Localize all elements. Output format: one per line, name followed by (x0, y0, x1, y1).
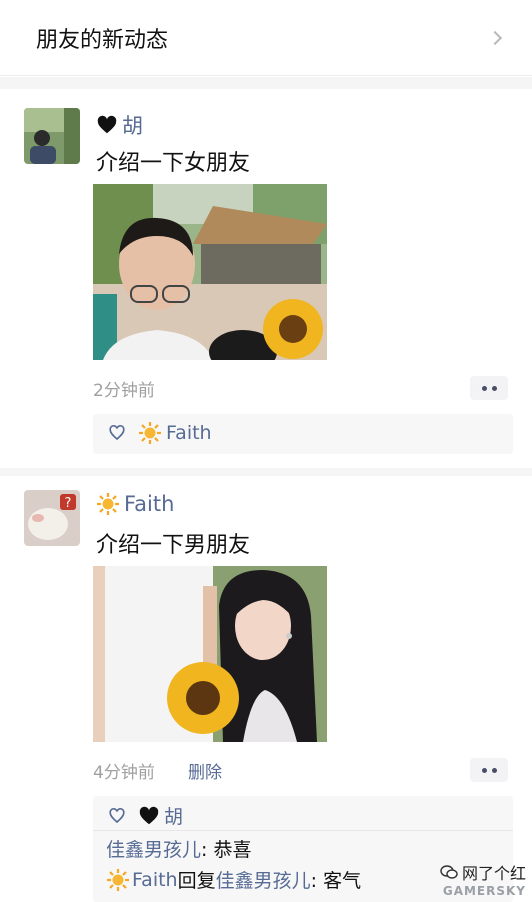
reply-to-name[interactable]: 佳鑫男孩儿 (216, 866, 311, 893)
sun-icon (107, 868, 129, 891)
post-author[interactable]: Faith (96, 492, 174, 516)
delete-button[interactable]: 删除 (188, 758, 222, 783)
black-heart-icon (139, 806, 159, 824)
more-button[interactable] (470, 376, 508, 400)
new-activities-bar[interactable]: 朋友的新动态 (0, 0, 532, 76)
more-dots-icon (481, 767, 487, 773)
like-name[interactable]: 胡 (164, 802, 183, 829)
watermark: 网了个红 GAMERSKY (440, 860, 526, 898)
post-author[interactable]: 胡 (96, 110, 143, 140)
likes-row: Faith (108, 421, 212, 445)
post-text: 介绍一下男朋友 (96, 533, 251, 558)
svg-text:?: ? (65, 496, 72, 511)
author-name: 胡 (122, 114, 143, 138)
sun-icon (97, 493, 119, 515)
post-time: 4分钟前 (93, 763, 155, 783)
more-dot (491, 767, 497, 773)
more-dot (491, 385, 497, 391)
watermark-brand: GAMERSKY (442, 884, 526, 898)
chevron-right-icon (487, 30, 503, 45)
heart-outline-icon (109, 425, 125, 441)
comment-1[interactable]: 佳鑫男孩儿: 恭喜 (106, 835, 251, 862)
more-dots-icon (481, 385, 487, 391)
avatar-faith[interactable]: ? (24, 490, 80, 546)
sun-icon (139, 422, 161, 444)
watermark-text: 网了个红 (461, 864, 526, 883)
comment-author[interactable]: 佳鑫男孩儿 (106, 839, 201, 861)
more-button[interactable] (470, 758, 508, 782)
author-name: Faith (124, 492, 175, 516)
like-name[interactable]: Faith (166, 422, 212, 444)
comment-text: : 客气 (310, 870, 362, 892)
section-gap (0, 77, 532, 89)
black-heart-icon (97, 115, 117, 134)
heart-outline-icon (109, 807, 125, 823)
post-text: 介绍一下女朋友 (96, 151, 251, 176)
post-photo[interactable] (93, 184, 327, 360)
section-gap-2 (0, 468, 532, 476)
post-time: 2分钟前 (93, 381, 155, 401)
likes-divider (93, 830, 513, 831)
comment-text: : 恭喜 (201, 839, 252, 861)
comment-author[interactable]: Faith (132, 869, 178, 891)
watermark-top: 网了个红 (440, 860, 526, 884)
avatar-hu[interactable] (24, 108, 80, 164)
comment-2[interactable]: Faith 回复 佳鑫男孩儿: 客气 (106, 866, 361, 893)
post-photo[interactable] (93, 566, 327, 742)
header-title: 朋友的新动态 (36, 27, 169, 53)
likes-row: 胡 (108, 802, 183, 829)
reply-word: 回复 (177, 870, 216, 892)
wechat-logo-icon (440, 865, 458, 879)
